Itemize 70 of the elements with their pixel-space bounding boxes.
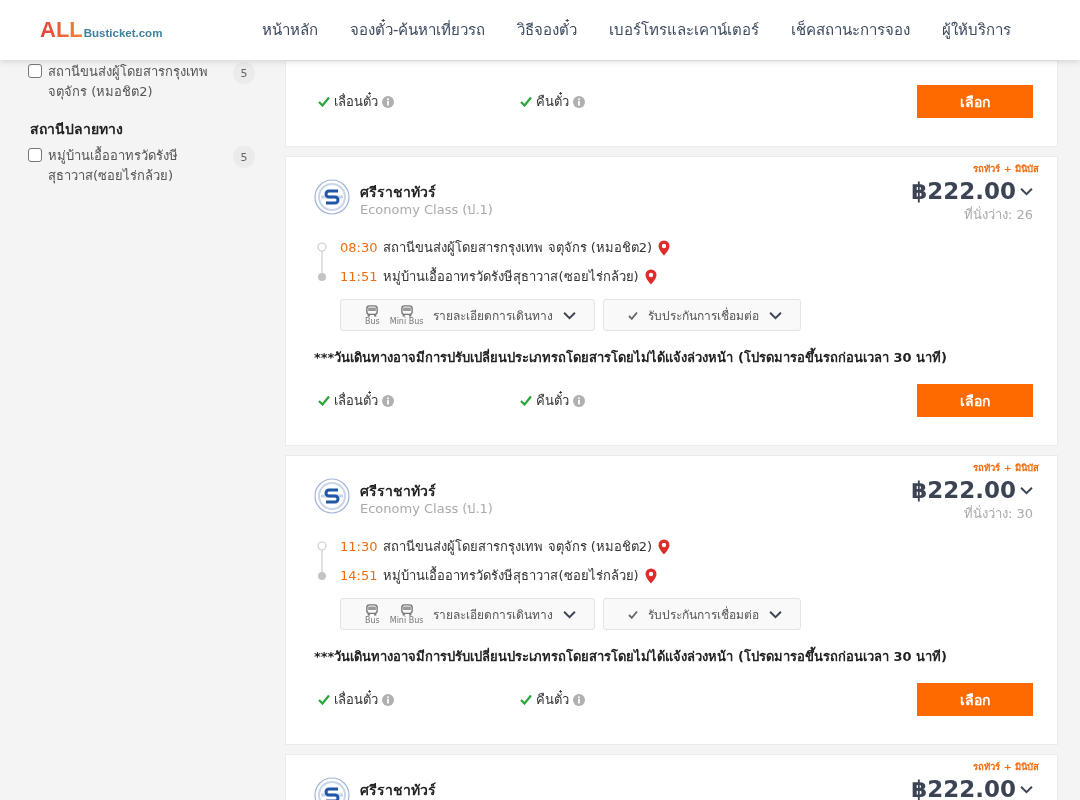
- checkbox[interactable]: [28, 148, 42, 162]
- chevron-down-icon: [563, 310, 577, 320]
- seats-available: ที่นั่งว่าง: 30: [963, 504, 1033, 523]
- price: ฿222.00: [911, 478, 1016, 503]
- operator-name: ศรีราชาทัวร์: [360, 482, 437, 500]
- bus-icon: [399, 304, 414, 317]
- chevron-down-icon: [1020, 187, 1033, 196]
- map-pin-icon[interactable]: [658, 538, 671, 555]
- checkbox[interactable]: [28, 64, 42, 78]
- map-pin-icon[interactable]: [658, 239, 671, 256]
- nav-link[interactable]: เช็คสถานะการจอง: [791, 18, 911, 42]
- chevron-down-icon: [563, 609, 577, 619]
- notice-text: ***วันเดินทางอาจมีการปรับเปลี่ยนประเภทรถโดยสารโดยไม่ได้แจ้งล่วงหน้า (โปรดมารอขึ้นรถก่อนเวลา 30 นาที): [314, 646, 1033, 667]
- stop-name: สถานีขนส่งผู้โดยสารกรุงเทพ จตุจักร (หมอชิต2): [383, 538, 653, 557]
- feature-label: คืนตั๋ว: [536, 390, 569, 410]
- trip-details-button[interactable]: Bus Mini Bus รายละเอียดการเดินทาง: [340, 598, 596, 630]
- operator-name: ศรีราชาทัวร์: [360, 781, 436, 799]
- vehicle-label: Bus: [365, 615, 380, 625]
- nav-link[interactable]: จองตั๋ว-ค้นหาเที่ยวรถ: [350, 18, 486, 42]
- vehicle-type-tag: รถทัวร์ + มินิบัส: [314, 163, 1039, 175]
- stop-time: 11:51: [340, 269, 378, 284]
- nav-link[interactable]: เบอร์โทรและเคาน์เตอร์: [609, 18, 760, 42]
- vehicle-label: Mini Bus: [389, 316, 424, 326]
- check-icon: [628, 609, 639, 619]
- count-badge: 5: [233, 62, 255, 84]
- chevron-down-icon: [769, 310, 783, 320]
- nav-link[interactable]: ผู้ให้บริการ: [942, 18, 1012, 42]
- operator-logo: [314, 179, 350, 215]
- check-icon: [628, 310, 639, 320]
- feature-label: คืนตั๋ว: [536, 689, 569, 709]
- vehicle-type-tag: รถทัวร์ + มินิบัส: [314, 761, 1039, 773]
- chevron-down-icon: [1020, 785, 1033, 794]
- bus-icon: [365, 304, 380, 317]
- vehicle-label: Bus: [365, 316, 380, 326]
- connection-guarantee-button[interactable]: รับประกันการเชื่อมต่อ: [603, 299, 802, 331]
- seat-class: Economy Class (ป.1): [360, 500, 493, 518]
- seats-available: ที่นั่งว่าง: 26: [963, 205, 1033, 224]
- filter-heading: สถานีปลายทาง: [30, 120, 124, 139]
- bus-icon: [365, 603, 380, 616]
- operator-logo: [314, 478, 350, 514]
- map-pin-icon[interactable]: [644, 268, 657, 285]
- map-pin-icon[interactable]: [644, 567, 657, 584]
- feature-label: เลื่อนตั๋ว: [334, 390, 378, 410]
- feature-label: เลื่อนตั๋ว: [334, 689, 378, 709]
- notice-text: ***วันเดินทางอาจมีการปรับเปลี่ยนประเภทรถโดยสารโดยไม่ได้แจ้งล่วงหน้า (โปรดมารอขึ้นรถก่อนเวลา 30 นาที): [314, 347, 1033, 368]
- feature-label: คืนตั๋ว: [536, 91, 569, 111]
- filter-label: หมู่บ้านเอื้ออาทรวัดรังษีสุธาวาส(ซอยไร่กล้วย): [48, 146, 179, 186]
- vehicle-type-tag: รถทัวร์ + มินิบัส: [314, 462, 1039, 474]
- site-logo[interactable]: ALLBusticket.com: [40, 17, 262, 43]
- stop-name: สถานีขนส่งผู้โดยสารกรุงเทพ จตุจักร (หมอชิต2): [383, 239, 653, 258]
- operator-name: ศรีราชาทัวร์: [360, 183, 437, 201]
- count-badge: 5: [233, 146, 255, 168]
- stop-name: หมู่บ้านเอื้ออาทรวัดรังษีสุธาวาส(ซอยไร่กล้วย): [383, 565, 639, 586]
- trip-details-button[interactable]: Bus Mini Bus รายละเอียดการเดินทาง: [340, 299, 596, 331]
- stop-time: 11:30: [340, 539, 378, 554]
- filter-label: สถานีขนส่งผู้โดยสารกรุงเทพ จตุจักร (หมอชิต2): [48, 63, 209, 102]
- price: ฿222.00: [911, 777, 1016, 800]
- connection-guarantee-button[interactable]: รับประกันการเชื่อมต่อ: [603, 598, 802, 630]
- chevron-down-icon: [1020, 486, 1033, 495]
- bus-icon: [399, 603, 414, 616]
- feature-label: เลื่อนตั๋ว: [334, 91, 378, 111]
- stop-time: 08:30: [340, 240, 378, 255]
- vehicle-label: Mini Bus: [389, 615, 424, 625]
- stop-time: 14:51: [340, 568, 378, 583]
- price: ฿222.00: [911, 179, 1016, 204]
- stop-name: หมู่บ้านเอื้ออาทรวัดรังษีสุธาวาส(ซอยไร่กล้วย): [383, 266, 639, 287]
- seat-class: Economy Class (ป.1): [360, 201, 493, 219]
- nav-link[interactable]: หน้าหลัก: [262, 18, 318, 42]
- nav-link[interactable]: วิธีจองตั๋ว: [517, 18, 578, 42]
- chevron-down-icon: [769, 609, 783, 619]
